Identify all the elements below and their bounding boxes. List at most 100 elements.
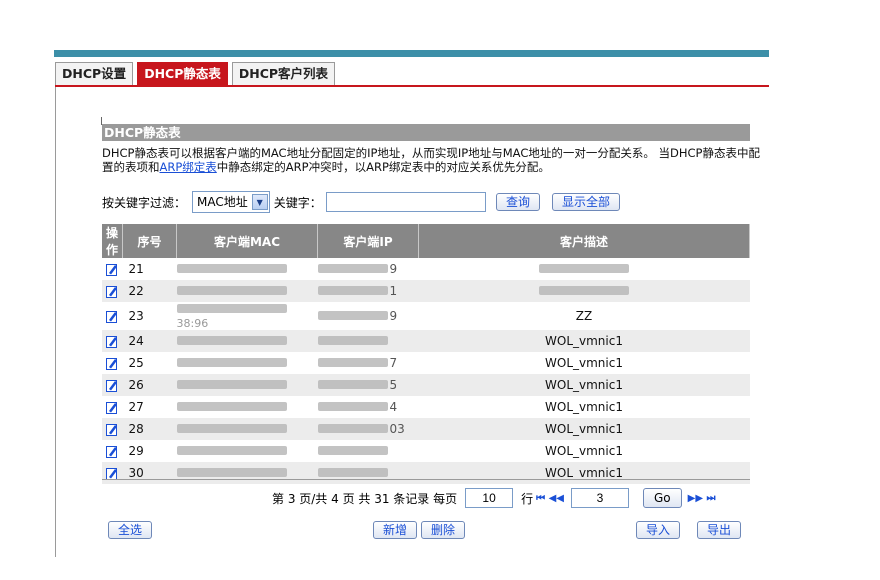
row-client-description: WOL_vmnic1: [418, 352, 750, 374]
show-all-button[interactable]: 显示全部: [552, 193, 621, 211]
header-index: 序号: [122, 224, 177, 258]
redacted-ip: [317, 468, 388, 477]
row-client-description: WOL_vmnic1: [418, 462, 750, 484]
redacted-mac: [176, 286, 287, 295]
arp-binding-link[interactable]: ARP绑定表: [160, 160, 217, 174]
pager-summary: 第 3 页/共 4 页 共 31 条记录 每页: [272, 491, 458, 506]
table-header-row: 操作 序号 客户端MAC 客户端IP 客户描述: [102, 224, 750, 258]
row-client-description: [418, 280, 750, 302]
row-client-mac: [176, 396, 318, 418]
redacted-mac: [176, 402, 287, 411]
table-row: 27 4 WOL_vmnic1: [102, 396, 750, 418]
export-button[interactable]: 导出: [697, 521, 742, 539]
row-index: 29: [122, 440, 177, 462]
ip-visible-tail: 5: [389, 378, 398, 392]
header-client-description: 客户描述: [418, 224, 750, 258]
row-client-mac: [176, 258, 318, 280]
edit-icon[interactable]: [106, 285, 118, 298]
redacted-mac: [176, 380, 287, 389]
redacted-ip: [317, 311, 388, 320]
query-button[interactable]: 查询: [496, 193, 541, 211]
row-client-mac: [176, 462, 318, 484]
keyword-input[interactable]: [325, 192, 486, 212]
redacted-mac: [176, 336, 287, 345]
edit-icon[interactable]: [106, 445, 118, 458]
table-row: 30 WOL_vmnic1: [102, 462, 750, 484]
rows-label: 行: [521, 491, 534, 506]
go-button[interactable]: Go: [643, 488, 682, 508]
edit-cell: [102, 352, 123, 374]
edit-icon[interactable]: [106, 335, 118, 348]
edit-icon[interactable]: [106, 310, 118, 323]
delete-button[interactable]: 删除: [421, 521, 466, 539]
redacted-ip: [317, 424, 388, 433]
row-index: 27: [122, 396, 177, 418]
table-row: 24 WOL_vmnic1: [102, 330, 750, 352]
table-row: 25 7 WOL_vmnic1: [102, 352, 750, 374]
redacted-ip: [317, 358, 388, 367]
row-client-description: ZZ: [418, 302, 750, 330]
row-index: 21: [122, 258, 177, 280]
redacted-ip: [317, 336, 388, 345]
page-number-input[interactable]: [571, 488, 629, 508]
row-client-mac: [176, 330, 318, 352]
row-client-ip: 03: [317, 418, 419, 440]
edit-icon[interactable]: [106, 401, 118, 414]
row-client-ip: 4: [317, 396, 419, 418]
edit-cell: [102, 440, 123, 462]
row-client-description: WOL_vmnic1: [418, 330, 750, 352]
per-page-input[interactable]: [465, 488, 514, 508]
tab-dhcp-static-table[interactable]: DHCP静态表: [137, 62, 228, 85]
edit-cell: [102, 396, 123, 418]
next-last-page-icon[interactable]: ▶▶ ⏭: [688, 493, 716, 504]
tab-dhcp-client-list[interactable]: DHCP客户列表: [231, 62, 336, 85]
add-button[interactable]: 新增: [373, 521, 418, 539]
filter-row: 按关键字过滤： MAC地址 ▼ 关键字：: [102, 191, 486, 213]
row-client-ip: 5: [317, 374, 419, 396]
row-client-description: WOL_vmnic1: [418, 374, 750, 396]
row-client-ip: [317, 330, 419, 352]
edit-icon[interactable]: [106, 263, 118, 276]
row-index: 26: [122, 374, 177, 396]
redacted-ip: [317, 446, 388, 455]
ip-visible-tail: 03: [389, 422, 405, 436]
redacted-description: [539, 286, 629, 295]
redacted-ip: [317, 264, 388, 273]
filter-label: 按关键字过滤：: [102, 195, 187, 210]
edit-icon[interactable]: [106, 357, 118, 370]
redacted-mac: [176, 446, 287, 455]
edit-cell: [102, 280, 123, 302]
redacted-ip: [317, 286, 388, 295]
row-client-description: WOL_vmnic1: [418, 418, 750, 440]
content-left-border: [55, 87, 56, 557]
edit-cell: [102, 330, 123, 352]
row-client-description: WOL_vmnic1: [418, 440, 750, 462]
table-row: 29 WOL_vmnic1: [102, 440, 750, 462]
edit-icon[interactable]: [106, 423, 118, 436]
row-client-ip: 9: [317, 302, 419, 330]
edit-icon[interactable]: [106, 379, 118, 392]
tab-dhcp-settings[interactable]: DHCP设置: [55, 62, 134, 85]
ip-visible-tail: 1: [389, 284, 398, 298]
ip-visible-tail: 9: [389, 309, 398, 323]
row-index: 30: [122, 462, 177, 484]
tab-bar: DHCP设置 DHCP静态表 DHCP客户列表: [55, 62, 339, 86]
filter-field-select[interactable]: MAC地址 ▼: [192, 191, 270, 213]
edit-cell: [102, 258, 123, 280]
pagination: 第 3 页/共 4 页 共 31 条记录 每页 行 ⏮ ◀◀ Go ▶▶ ⏭: [272, 487, 719, 509]
table-bottom-border: [102, 479, 750, 480]
redacted-ip: [317, 402, 388, 411]
import-button[interactable]: 导入: [636, 521, 681, 539]
select-all-button[interactable]: 全选: [108, 521, 153, 539]
row-client-mac: [176, 280, 318, 302]
chevron-down-icon[interactable]: ▼: [251, 194, 268, 210]
mac-visible-tail: 38:96: [176, 317, 209, 330]
row-index: 22: [122, 280, 177, 302]
first-prev-page-icon[interactable]: ⏮ ◀◀: [536, 493, 564, 504]
section-title: DHCP静态表: [102, 124, 750, 141]
ip-visible-tail: 9: [389, 262, 398, 276]
table-row: 23 38:96 9 ZZ: [102, 302, 750, 330]
redacted-mac: [176, 468, 287, 477]
row-index: 25: [122, 352, 177, 374]
filter-field-value: MAC地址: [197, 195, 248, 209]
